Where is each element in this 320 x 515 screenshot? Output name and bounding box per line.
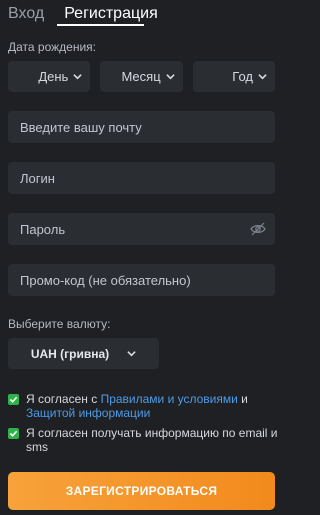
currency-select-value: UAH (гривна) bbox=[30, 346, 110, 361]
day-select-value: День bbox=[38, 69, 69, 84]
news-agreement: Я согласен получать информацию по email … bbox=[8, 426, 278, 454]
dob-label: Дата рождения: bbox=[8, 40, 96, 54]
promo-field bbox=[8, 264, 275, 296]
email-field bbox=[8, 111, 275, 143]
terms-text: Я согласен с Правилами и условиями и Защ… bbox=[26, 392, 278, 420]
password-field bbox=[8, 213, 275, 245]
terms-checkbox[interactable] bbox=[8, 394, 19, 405]
email-input[interactable] bbox=[20, 119, 240, 135]
day-select[interactable]: День bbox=[8, 61, 91, 92]
active-tab-indicator bbox=[57, 24, 144, 26]
month-select[interactable]: Месяц bbox=[100, 61, 183, 92]
promo-input[interactable] bbox=[20, 272, 240, 288]
terms-agreement: Я согласен с Правилами и условиями и Защ… bbox=[8, 392, 278, 420]
news-checkbox[interactable] bbox=[8, 428, 19, 439]
year-select[interactable]: Год bbox=[192, 61, 275, 92]
register-button[interactable]: ЗАРЕГИСТРИРОВАТЬСЯ bbox=[8, 472, 275, 510]
month-select-value: Месяц bbox=[121, 69, 161, 84]
chevron-down-icon bbox=[127, 351, 136, 357]
password-input[interactable] bbox=[20, 221, 240, 237]
dob-selectors: День Месяц Год bbox=[8, 61, 275, 92]
eye-off-icon[interactable] bbox=[250, 222, 266, 236]
terms-link[interactable]: Правилами и условиями bbox=[101, 392, 238, 406]
tab-login[interactable]: Вход bbox=[8, 4, 44, 28]
register-button-label: ЗАРЕГИСТРИРОВАТЬСЯ bbox=[65, 484, 218, 498]
currency-label: Выберите валюту: bbox=[8, 317, 111, 331]
login-field bbox=[8, 162, 275, 194]
terms-prefix: Я согласен с bbox=[26, 392, 101, 406]
terms-and: и bbox=[237, 392, 248, 406]
checkmark-icon bbox=[9, 430, 18, 437]
checkmark-icon bbox=[9, 396, 18, 403]
chevron-down-icon bbox=[165, 74, 175, 80]
news-text: Я согласен получать информацию по email … bbox=[26, 426, 278, 454]
login-input[interactable] bbox=[20, 170, 240, 186]
chevron-down-icon bbox=[258, 74, 267, 80]
chevron-down-icon bbox=[73, 74, 83, 80]
year-select-value: Год bbox=[232, 69, 253, 84]
privacy-link[interactable]: Защитой информации bbox=[26, 406, 150, 420]
currency-select[interactable]: UAH (гривна) bbox=[8, 338, 159, 369]
